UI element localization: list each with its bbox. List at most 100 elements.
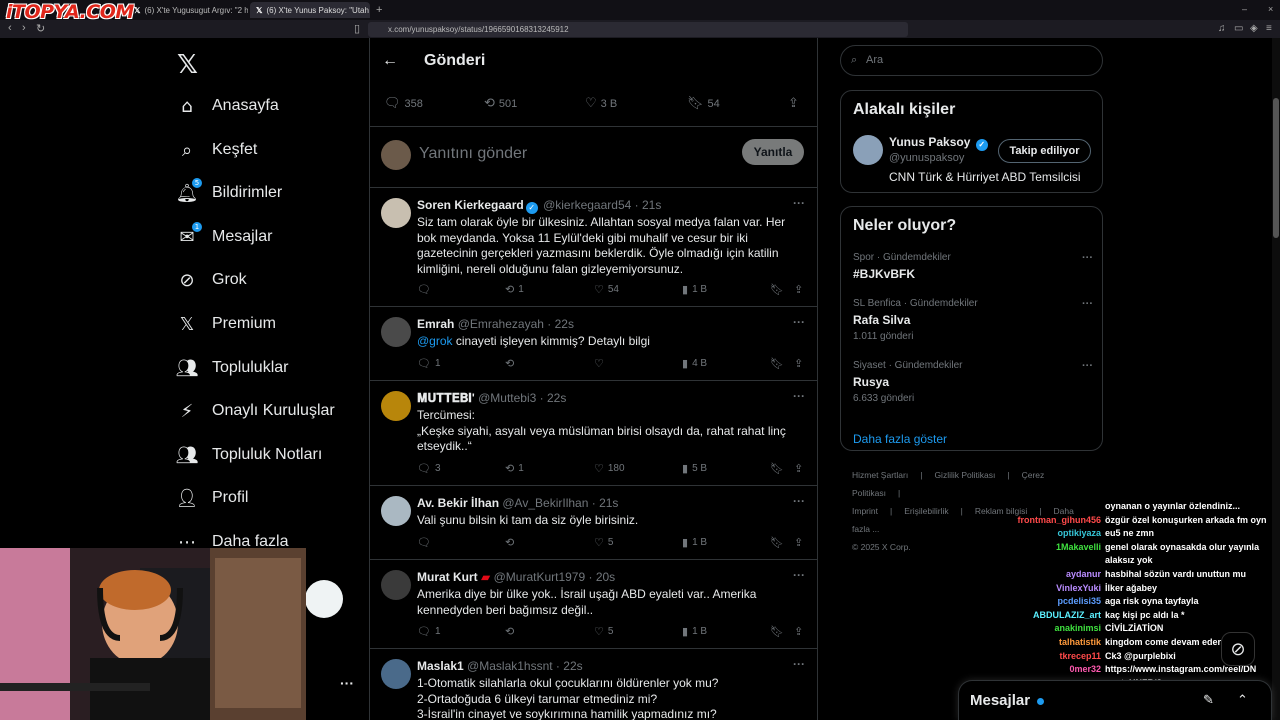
author-name[interactable]: Av. Bekir İlhan [417,496,499,510]
more-options-icon[interactable]: ··· [1082,360,1093,372]
share-action[interactable]: ⇪ [794,625,803,638]
person-name[interactable]: Yunus Paksoy [889,135,970,149]
trend-item[interactable]: Siyaset · Gündemdekiler Rusya 6.633 gönd… [853,360,1093,404]
author-handle[interactable]: @Muttebi3 [478,391,536,405]
reply-action[interactable]: 🗨︎ 1 [417,357,441,370]
author-name[interactable]: 𝐌𝐔𝐓𝐓𝐄𝐁𝐈' [417,391,475,405]
footer-link[interactable]: Erişilebilirlik [904,506,948,516]
bookmark-action[interactable]: 🔖︎ [770,283,784,296]
author-name[interactable]: Emrah [417,317,454,331]
reply-tweet[interactable]: Av. Bekir İlhan @Av_BekirIlhan · 21s ···… [370,486,817,560]
bookmark-count[interactable]: 🔖︎ 54 [687,96,720,111]
more-options-icon[interactable]: ··· [793,568,805,582]
timestamp[interactable]: 21s [599,496,618,510]
author-name[interactable]: Murat Kurt [417,570,478,584]
new-message-icon[interactable]: ✎ [1203,692,1214,708]
repost-count[interactable]: ⟲ 501 [484,96,517,111]
bookmark-action[interactable]: 🔖︎ [770,625,784,638]
more-options-icon[interactable]: ··· [793,657,805,671]
reply-tweet[interactable]: Murat Kurt ▰ @MuratKurt1979 · 20s ··· Am… [370,560,817,649]
footer-link[interactable]: Gizlilik Politikası [934,470,995,480]
sidebar-icon[interactable]: ▭ [1234,23,1243,34]
avatar[interactable] [853,135,883,165]
timestamp[interactable]: 22s [547,391,566,405]
like-count[interactable]: ♡ 3 B [585,96,617,111]
bookmark-action[interactable]: 🔖︎ [770,536,784,549]
nav-verified-orgs[interactable]: ⚡︎ Onaylı Kuruluşlar [176,391,335,431]
author-handle[interactable]: @Maslak1hssnt [467,659,553,673]
footer-link[interactable]: Imprint [852,506,878,516]
share-button[interactable]: ⇪ [788,96,799,111]
nav-messages[interactable]: ✉ 1 Mesajlar [176,217,272,257]
timestamp[interactable]: 21s [642,198,661,212]
author-handle[interactable]: @kierkegaard54 [543,198,631,212]
timestamp[interactable]: 22s [555,317,574,331]
views-action[interactable]: ▮ 5 B [682,462,707,475]
author-handle[interactable]: @Emrahezayah [458,317,544,331]
nav-grok[interactable]: ⊘ Grok [176,260,246,300]
like-action[interactable]: ♡ 5 [594,625,613,638]
share-action[interactable]: ⇪ [794,536,803,549]
footer-link[interactable]: Hizmet Şartları [852,470,908,480]
share-action[interactable]: ⇪ [794,357,803,370]
share-action[interactable]: ⇪ [794,283,803,296]
repost-action[interactable]: ⟲ [505,357,514,370]
tab-1[interactable]: 𝕏(6) X'te Yugusugut Argıv: "2 haftadır [128,2,248,18]
search-input[interactable]: ⌕ Ara [840,45,1103,76]
minimize-icon[interactable]: – [1242,4,1247,14]
grok-button[interactable]: ⊘ [1221,632,1255,666]
reply-tweet[interactable]: Soren Kierkegaard ✓ @kierkegaard54 · 21s … [370,188,817,307]
new-tab-button[interactable]: + [376,4,382,16]
scrollbar-thumb[interactable] [1273,98,1279,238]
bookmark-action[interactable]: 🔖︎ [770,462,784,475]
address-bar[interactable]: x.com/yunuspaksoy/status/196659016831324… [368,22,908,37]
reply-tweet[interactable]: 𝐌𝐔𝐓𝐓𝐄𝐁𝐈' @Muttebi3 · 22s ··· Tercümesi: … [370,381,817,486]
nav-explore[interactable]: ⌕ Keşfet [176,130,257,170]
reply-action[interactable]: 🗨︎ 1 [417,625,441,638]
author-handle[interactable]: @MuratKurt1979 [494,570,586,584]
trend-item[interactable]: Spor · Gündemdekiler #BJKvBFK ··· [853,252,1093,281]
close-icon[interactable]: × [1268,4,1273,14]
repost-action[interactable]: ⟲ 1 [505,283,524,296]
show-more-link[interactable]: Daha fazla göster [853,432,947,446]
nav-notifications[interactable]: 🔔︎ 5 Bildirimler [176,173,282,213]
trend-item[interactable]: SL Benfica · Gündemdekiler Rafa Silva 1.… [853,298,1093,342]
back-arrow-icon[interactable]: ← [382,52,398,70]
following-button[interactable]: Takip ediliyor [998,139,1091,163]
nav-premium[interactable]: 𝕏 Premium [176,304,276,344]
author-name[interactable]: Soren Kierkegaard [417,198,524,212]
views-action[interactable]: ▮ 1 B [682,283,707,296]
more-options-icon[interactable]: ··· [793,315,805,329]
repost-action[interactable]: ⟲ [505,625,514,638]
more-options-icon[interactable]: ··· [793,494,805,508]
repost-action[interactable]: ⟲ 1 [505,462,524,475]
share-action[interactable]: ⇪ [794,462,803,475]
timestamp[interactable]: 20s [596,570,615,584]
nav-community-notes[interactable]: 👥︎ Topluluk Notları [176,435,323,475]
forward-arrow-icon[interactable]: › [22,22,26,34]
bookmark-action[interactable]: 🔖︎ [770,357,784,370]
nav-profile[interactable]: 👤︎ Profil [176,478,249,518]
more-options-icon[interactable]: ··· [793,196,805,210]
reply-action[interactable]: 🗨︎ [417,283,435,296]
author-handle[interactable]: @Av_BekirIlhan [502,496,588,510]
like-action[interactable]: ♡ 54 [594,283,619,296]
messages-drawer[interactable]: Mesajlar ✎ ⌃ [958,680,1272,720]
views-action[interactable]: ▮ 4 B [682,357,707,370]
back-arrow-icon[interactable]: ‹ [8,22,12,34]
reply-action[interactable]: 🗨︎ [417,536,431,549]
reply-tweet[interactable]: Maslak1 @Maslak1hssnt · 22s ··· 1-Otomat… [370,649,817,720]
more-options-icon[interactable]: ··· [1082,252,1093,264]
more-options-icon[interactable]: ··· [1082,298,1093,310]
author-name[interactable]: Maslak1 [417,659,464,673]
music-icon[interactable]: ♫ [1218,23,1226,34]
reply-input[interactable]: Yanıtını gönder [419,145,527,163]
reply-action[interactable]: 🗨︎ 3 [417,462,441,475]
like-action[interactable]: ♡ [594,357,604,370]
person-handle[interactable]: @yunuspaksoy [889,152,964,164]
nav-communities[interactable]: 👥︎ Topluluklar [176,348,289,388]
tab-2[interactable]: 𝕏 (6) X'te Yunus Paksoy: "Utah Va [250,2,370,18]
account-menu-icon[interactable]: ··· [340,675,354,691]
more-options-icon[interactable]: ··· [793,389,805,403]
repost-action[interactable]: ⟲ [505,536,514,549]
